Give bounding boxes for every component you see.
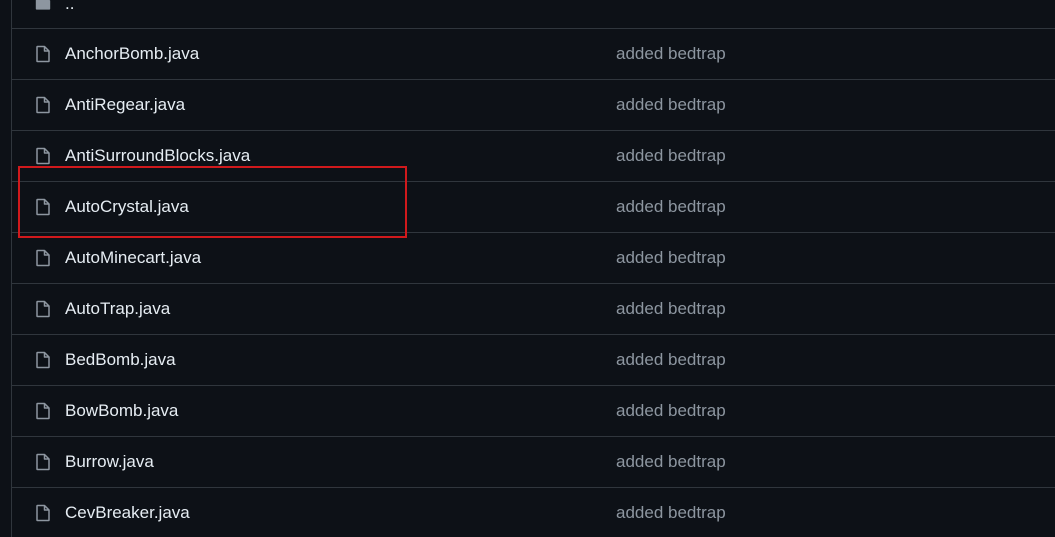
file-icon (35, 147, 51, 165)
file-row[interactable]: Burrow.java added bedtrap (12, 437, 1055, 488)
file-name-link[interactable]: AntiSurroundBlocks.java (65, 146, 250, 166)
file-row[interactable]: AnchorBomb.java added bedtrap (12, 29, 1055, 80)
file-row[interactable]: AntiSurroundBlocks.java added bedtrap (12, 131, 1055, 182)
file-icon (35, 249, 51, 267)
file-icon (35, 453, 51, 471)
parent-directory-link[interactable]: .. (65, 0, 74, 14)
file-name-link[interactable]: AnchorBomb.java (65, 44, 199, 64)
file-row[interactable]: AutoCrystal.java added bedtrap (12, 182, 1055, 233)
file-icon (35, 45, 51, 63)
commit-message-link[interactable]: added bedtrap (616, 248, 726, 268)
file-icon (35, 96, 51, 114)
file-row[interactable]: CevBreaker.java added bedtrap (12, 488, 1055, 537)
file-name-link[interactable]: AutoTrap.java (65, 299, 170, 319)
commit-message-link[interactable]: added bedtrap (616, 197, 726, 217)
file-name-link[interactable]: AutoCrystal.java (65, 197, 189, 217)
file-name-link[interactable]: BedBomb.java (65, 350, 176, 370)
file-icon (35, 300, 51, 318)
file-row[interactable]: AutoMinecart.java added bedtrap (12, 233, 1055, 284)
file-name-link[interactable]: AutoMinecart.java (65, 248, 201, 268)
parent-directory-row[interactable]: .. (12, 0, 1055, 29)
commit-message-link[interactable]: added bedtrap (616, 401, 726, 421)
file-name-link[interactable]: CevBreaker.java (65, 503, 190, 523)
file-icon (35, 351, 51, 369)
file-name-link[interactable]: Burrow.java (65, 452, 154, 472)
file-row[interactable]: AntiRegear.java added bedtrap (12, 80, 1055, 131)
commit-message-link[interactable]: added bedtrap (616, 503, 726, 523)
file-name-link[interactable]: BowBomb.java (65, 401, 178, 421)
commit-message-link[interactable]: added bedtrap (616, 299, 726, 319)
commit-message-link[interactable]: added bedtrap (616, 44, 726, 64)
file-row[interactable]: AutoTrap.java added bedtrap (12, 284, 1055, 335)
commit-message-link[interactable]: added bedtrap (616, 146, 726, 166)
file-row[interactable]: BowBomb.java added bedtrap (12, 386, 1055, 437)
file-row[interactable]: BedBomb.java added bedtrap (12, 335, 1055, 386)
file-icon (35, 198, 51, 216)
commit-message-link[interactable]: added bedtrap (616, 350, 726, 370)
file-name-link[interactable]: AntiRegear.java (65, 95, 185, 115)
folder-icon (35, 0, 51, 13)
file-list: .. AnchorBomb.java added bedtrap AntiRegea… (11, 0, 1055, 537)
file-icon (35, 402, 51, 420)
file-icon (35, 504, 51, 522)
commit-message-link[interactable]: added bedtrap (616, 95, 726, 115)
commit-message-link[interactable]: added bedtrap (616, 452, 726, 472)
